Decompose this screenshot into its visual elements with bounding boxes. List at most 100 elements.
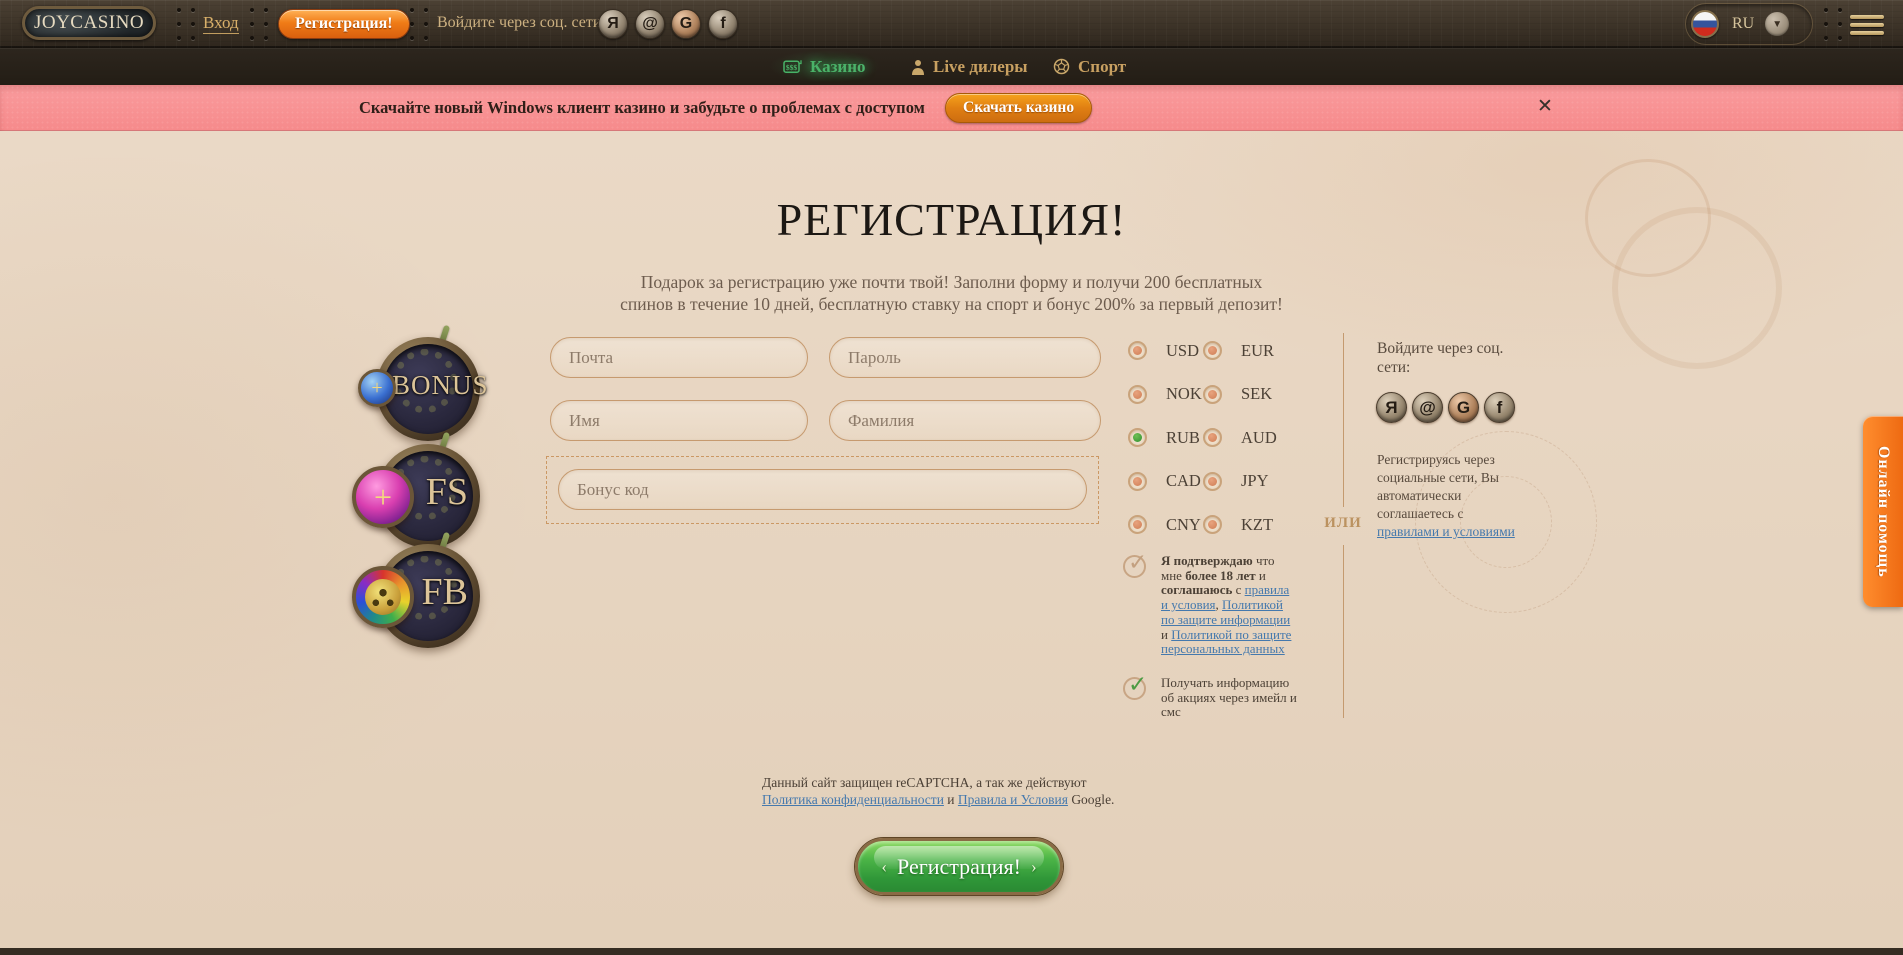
currency-radio-kzt[interactable] <box>1203 515 1222 534</box>
currency-label-aud[interactable]: AUD <box>1222 428 1282 448</box>
main-nav: $$$ Казино Live дилеры Спорт <box>0 48 1903 85</box>
online-help-tab[interactable]: Онлайн помощь <box>1863 416 1903 607</box>
slots-icon: $$$ <box>783 59 802 74</box>
login-link[interactable]: Вход <box>203 13 239 34</box>
joycasino-logo[interactable]: JOYCASINO <box>22 6 156 40</box>
facebook-social-icon[interactable]: f <box>1484 392 1515 423</box>
personal-data-policy-link[interactable]: Политикой по защите персональных данных <box>1161 627 1291 657</box>
last-name-input[interactable] <box>829 400 1101 441</box>
registration-main: РЕГИСТРАЦИЯ! Подарок за регистрацию уже … <box>0 131 1903 948</box>
bonus-orb-icon: + <box>358 369 396 407</box>
social-panel-label: Войдите через соц. сети: <box>1377 339 1509 377</box>
first-name-input[interactable] <box>550 400 808 441</box>
arrow-right-icon: › <box>1031 857 1037 877</box>
agree-bold: соглашаюсь <box>1161 582 1232 597</box>
submit-registration-button[interactable]: ‹ Регистрация! › <box>855 838 1063 895</box>
google-terms-link[interactable]: Правила и Условия <box>958 792 1068 807</box>
panel-seam <box>264 8 268 40</box>
close-icon[interactable]: ✕ <box>1537 95 1553 117</box>
vertical-divider <box>1343 333 1344 507</box>
currency-label-kzt[interactable]: KZT <box>1222 515 1282 535</box>
medallion-label: BONUS <box>392 370 489 401</box>
mailru-login-icon[interactable]: @ <box>635 9 665 39</box>
currency-label-eur[interactable]: EUR <box>1222 341 1282 361</box>
facebook-login-icon[interactable]: f <box>708 9 738 39</box>
panel-seam <box>410 8 414 40</box>
soccer-ball-orb-icon <box>352 566 414 628</box>
currency-label-cad[interactable]: CAD <box>1147 471 1203 491</box>
tab-casino[interactable]: $$$ Казино <box>783 48 866 85</box>
social-panel-icons: Я @ G f <box>1376 392 1515 423</box>
yandex-social-icon[interactable]: Я <box>1376 392 1407 423</box>
svg-text:$$$: $$$ <box>786 63 798 72</box>
currency-radio-sek[interactable] <box>1203 385 1222 404</box>
download-casino-button[interactable]: Скачать казино <box>945 93 1092 123</box>
social-terms-link[interactable]: правилами и условиями <box>1377 524 1515 539</box>
currency-radio-cny[interactable] <box>1128 515 1147 534</box>
currency-radio-jpy[interactable] <box>1203 472 1222 491</box>
agree-bold: более 18 лет <box>1185 568 1255 583</box>
medallion-label: FS <box>426 470 468 514</box>
promo-optin-checkbox[interactable] <box>1123 677 1146 700</box>
tab-label: Спорт <box>1078 57 1126 77</box>
free-bet-medallion: FB <box>362 544 480 648</box>
panel-seam <box>1824 8 1828 40</box>
dealer-person-icon <box>911 59 925 75</box>
currency-label-nok[interactable]: NOK <box>1147 384 1203 404</box>
subtitle-line: Подарок за регистрацию уже почти твой! З… <box>0 272 1903 294</box>
currency-label-cny[interactable]: CNY <box>1147 515 1203 535</box>
tab-label: Казино <box>810 57 866 77</box>
page-subtitle: Подарок за регистрацию уже почти твой! З… <box>0 272 1903 315</box>
agree-bold: Я подтверждаю <box>1161 553 1253 568</box>
panel-seam <box>177 8 181 40</box>
tab-live-dealers[interactable]: Live дилеры <box>911 48 1028 85</box>
panel-seam <box>250 8 254 40</box>
currency-label-jpy[interactable]: JPY <box>1222 471 1282 491</box>
tab-label: Live дилеры <box>933 57 1028 77</box>
age-agree-text: Я подтверждаю что мне более 18 лет и сог… <box>1161 554 1294 657</box>
currency-label-usd[interactable]: USD <box>1147 341 1203 361</box>
currency-radio-rub[interactable] <box>1128 428 1147 447</box>
google-login-icon[interactable]: G <box>671 9 701 39</box>
page-bottom-edge <box>0 948 1903 955</box>
password-input[interactable] <box>829 337 1101 378</box>
panel-seam <box>424 8 428 40</box>
google-social-icon[interactable]: G <box>1448 392 1479 423</box>
soccer-ball-icon <box>1053 58 1070 75</box>
register-button[interactable]: Регистрация! <box>278 9 410 39</box>
medallion-label: FB <box>422 570 468 614</box>
page-title: РЕГИСТРАЦИЯ! <box>0 193 1903 246</box>
bonus-code-box <box>546 456 1099 524</box>
currency-radio-aud[interactable] <box>1203 428 1222 447</box>
logo-text: JOYCASINO <box>34 12 144 34</box>
tab-sport[interactable]: Спорт <box>1053 48 1126 85</box>
russian-flag-icon <box>1691 10 1719 38</box>
online-help-label: Онлайн помощь <box>1874 446 1892 578</box>
email-input[interactable] <box>550 337 808 378</box>
free-spins-orb-icon: + <box>352 466 414 528</box>
vertical-divider <box>1343 545 1344 718</box>
mailru-social-icon[interactable]: @ <box>1412 392 1443 423</box>
currency-label-sek[interactable]: SEK <box>1222 384 1282 404</box>
or-label: ИЛИ <box>1320 515 1366 532</box>
language-code: RU <box>1732 15 1754 33</box>
currency-radio-nok[interactable] <box>1128 385 1147 404</box>
currency-label-rub[interactable]: RUB <box>1147 428 1203 448</box>
currency-radio-usd[interactable] <box>1128 341 1147 360</box>
topbar-social-label: Войдите через соц. сети: <box>437 14 606 32</box>
bonus-code-input[interactable] <box>558 469 1087 510</box>
currency-radio-eur[interactable] <box>1203 341 1222 360</box>
free-spins-medallion: FS + <box>362 444 480 548</box>
currency-radio-cad[interactable] <box>1128 472 1147 491</box>
chevron-down-icon[interactable]: ▼ <box>1765 12 1789 36</box>
social-panel-note: Регистрируясь через социальные сети, Вы … <box>1377 451 1521 541</box>
download-banner: Скачайте новый Windows клиент казино и з… <box>0 85 1903 131</box>
panel-seam <box>191 8 195 40</box>
subtitle-line: спинов в течение 10 дней, бесплатную ста… <box>0 294 1903 316</box>
privacy-policy-link[interactable]: Политика конфиденциальности <box>762 792 944 807</box>
joycasino-registration-page: JOYCASINO Вход Регистрация! Войдите чере… <box>0 0 1903 955</box>
age-agree-checkbox[interactable] <box>1123 555 1146 578</box>
yandex-login-icon[interactable]: Я <box>598 9 628 39</box>
language-selector[interactable]: RU ▼ <box>1685 3 1813 45</box>
hamburger-menu-icon[interactable] <box>1850 15 1884 39</box>
